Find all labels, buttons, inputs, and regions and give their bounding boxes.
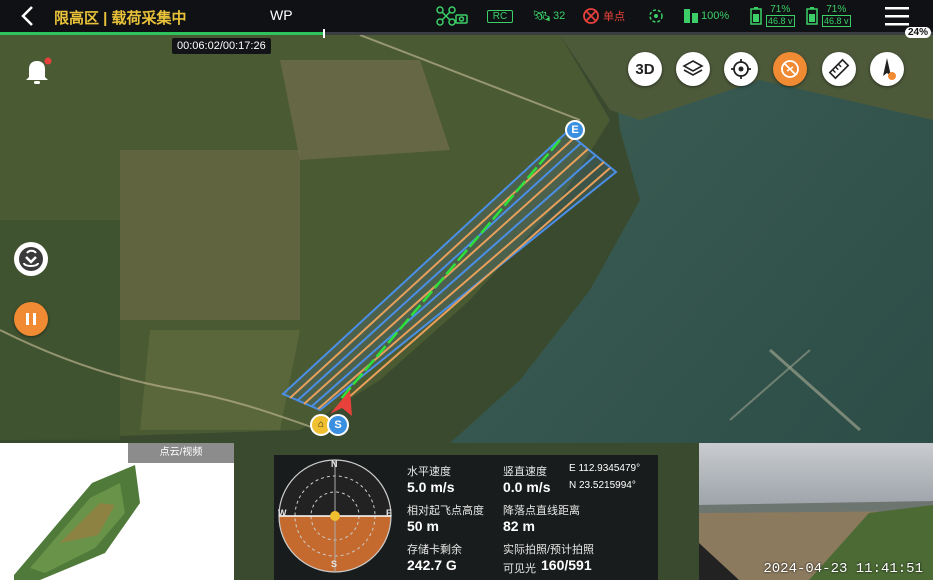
pause-mission-button[interactable] — [14, 302, 48, 336]
battery-1[interactable]: 71% 46.8 v — [749, 5, 795, 27]
satellite-icon: 🛰 — [532, 8, 552, 25]
mission-status-title: 限高区 | 载荷采集中 — [54, 10, 187, 27]
radar-south-label: S — [331, 559, 338, 569]
storage-label: 存储卡剩余 — [407, 544, 462, 556]
remote-controller-icon[interactable]: RC — [487, 5, 513, 27]
battery-icon — [806, 7, 818, 25]
alert-bell-button[interactable] — [20, 54, 54, 88]
storage-value: 242.7 G — [407, 557, 457, 573]
battery-1-percent: 71% — [770, 4, 791, 15]
flight-mode: WP — [270, 7, 293, 23]
no-fly-zone-button[interactable] — [773, 52, 807, 86]
mission-progress-knob — [322, 29, 325, 38]
map-layers-button[interactable] — [676, 52, 710, 86]
battery-2-voltage: 46.8 v — [822, 15, 851, 27]
camera-image — [699, 443, 933, 580]
telemetry-panel: N E S W 水平速度 5.0 m/s 竖直速度 0.0 m/s E 112.… — [274, 455, 658, 580]
measure-button[interactable] — [822, 52, 856, 86]
point-cloud-video-tab[interactable]: 点云/视频 — [128, 443, 234, 463]
home-distance-label: 降落点直线距离 — [503, 505, 580, 517]
latitude: N 23.5215994° — [569, 480, 636, 491]
drone-camera-icon[interactable] — [436, 5, 468, 27]
pause-icon — [26, 313, 36, 325]
start-marker[interactable]: S — [327, 414, 349, 436]
point-cloud-panel[interactable]: 点云/视频 — [0, 443, 234, 580]
satellite-count: 32 — [553, 10, 566, 22]
locate-button[interactable] — [724, 52, 758, 86]
photo-type: 可见光 — [503, 563, 536, 575]
corner-percent-badge: 24% — [904, 27, 931, 38]
home-distance-value: 82 m — [503, 518, 535, 534]
v-speed-value: 0.0 m/s — [503, 479, 551, 495]
positioning-status[interactable]: 单点 — [582, 5, 625, 27]
point-cloud-preview — [14, 465, 140, 580]
drone-battery[interactable]: 100% — [683, 5, 729, 27]
menu-icon[interactable] — [880, 4, 914, 28]
mission-time: 00:06:02/00:17:26 — [172, 38, 271, 54]
longitude: E 112.9345479° — [569, 463, 641, 474]
battery-2-percent: 71% — [826, 4, 847, 15]
compass-icon — [883, 58, 896, 80]
return-home-icon — [19, 247, 43, 271]
positioning-label: 单点 — [603, 11, 625, 23]
map-3d-button[interactable]: 3D — [628, 52, 662, 86]
rtk-icon — [583, 8, 599, 24]
no-fly-icon — [781, 60, 799, 78]
radar-east-label: E — [386, 508, 393, 518]
camera-feed[interactable]: 2024-04-23 11:41:51 — [699, 443, 933, 580]
camera-timestamp: 2024-04-23 11:41:51 — [763, 561, 923, 577]
mission-progress-fill — [0, 32, 323, 35]
h-speed-value: 5.0 m/s — [407, 479, 455, 495]
ruler-icon — [828, 58, 850, 80]
v-speed-label: 竖直速度 — [503, 466, 547, 478]
battery-1-voltage: 46.8 v — [766, 15, 795, 27]
mission-progress-bar — [0, 29, 933, 38]
drone-battery-icon — [684, 9, 698, 23]
compass-button[interactable] — [870, 52, 904, 86]
attitude-radar — [278, 459, 392, 573]
h-speed-label: 水平速度 — [407, 466, 451, 478]
top-bar: 限高区 | 载荷采集中 WP RC 🛰 32 单点 100% 71% 46.8 … — [0, 0, 933, 32]
end-marker[interactable]: E — [565, 120, 585, 140]
photo-count-label: 实际拍照/预计拍照 — [503, 544, 595, 556]
altitude-label: 相对起飞点高度 — [407, 505, 484, 517]
radar-north-label: N — [331, 459, 338, 469]
battery-icon — [750, 7, 762, 25]
locate-icon — [731, 59, 751, 79]
signal-icon[interactable] — [648, 5, 664, 27]
altitude-value: 50 m — [407, 518, 439, 534]
drone-battery-label: 100% — [701, 10, 730, 22]
satellite-status[interactable]: 🛰 32 — [532, 5, 565, 27]
battery-2[interactable]: 71% 46.8 v — [805, 5, 851, 27]
radar-west-label: W — [278, 508, 287, 518]
photo-count-value: 160/591 — [541, 557, 592, 573]
bell-icon — [26, 57, 52, 84]
return-home-button[interactable] — [14, 242, 48, 276]
back-icon[interactable] — [14, 4, 42, 28]
layers-icon — [682, 60, 704, 76]
